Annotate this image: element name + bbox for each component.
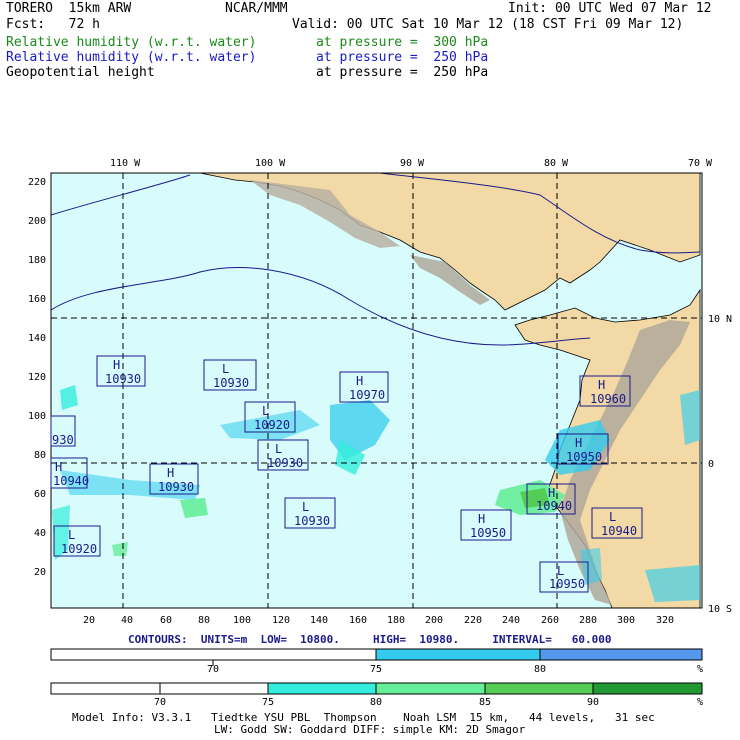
svg-text:40: 40 <box>34 528 46 539</box>
svg-text:10920: 10920 <box>254 418 290 432</box>
svg-text:H: H <box>113 358 120 372</box>
svg-text:160: 160 <box>28 294 46 305</box>
svg-text:75: 75 <box>370 664 382 675</box>
svg-text:80: 80 <box>370 697 382 708</box>
svg-text:75: 75 <box>262 697 274 708</box>
svg-text:10940: 10940 <box>53 474 89 488</box>
svg-text:L: L <box>68 528 75 542</box>
svg-text:H: H <box>167 466 174 480</box>
svg-text:85: 85 <box>479 697 491 708</box>
svg-text:10970: 10970 <box>349 388 385 402</box>
svg-text:240: 240 <box>502 615 520 626</box>
svg-text:180: 180 <box>28 255 46 266</box>
svg-text:280: 280 <box>579 615 597 626</box>
lat-label: 10 N <box>708 314 732 325</box>
svg-text:70: 70 <box>207 664 219 675</box>
svg-text:L: L <box>557 564 564 578</box>
lon-label: 70 W <box>688 158 713 169</box>
colorbar-250hpa: 70 75 80 % <box>50 648 703 675</box>
svg-text:L: L <box>262 404 269 418</box>
svg-text:300: 300 <box>617 615 635 626</box>
svg-text:140: 140 <box>310 615 328 626</box>
model-info-line2: LW: Godd SW: Goddard DIFF: simple KM: 2D… <box>214 723 526 736</box>
svg-text:320: 320 <box>656 615 674 626</box>
svg-text:80: 80 <box>34 450 46 461</box>
lon-label: 90 W <box>400 158 425 169</box>
top-longitude-labels: 110 W 100 W 90 W 80 W 70 W <box>110 158 713 169</box>
svg-text:120: 120 <box>28 372 46 383</box>
svg-text:%: % <box>697 664 703 675</box>
svg-text:100: 100 <box>28 411 46 422</box>
svg-text:10930: 10930 <box>267 456 303 470</box>
svg-text:H: H <box>598 378 605 392</box>
svg-text:260: 260 <box>541 615 559 626</box>
svg-text:100: 100 <box>233 615 251 626</box>
svg-text:60: 60 <box>34 489 46 500</box>
x-axis-ticks: 20 40 60 80 100 120 140 160 180 200 220 … <box>83 615 674 626</box>
lon-label: 80 W <box>544 158 569 169</box>
right-latitude-labels: 10 N 0 10 S <box>708 314 732 615</box>
lat-label: 0 <box>708 459 714 470</box>
svg-text:H: H <box>55 460 62 474</box>
svg-text:L: L <box>275 442 282 456</box>
svg-text:140: 140 <box>28 333 46 344</box>
svg-text:180: 180 <box>387 615 405 626</box>
svg-text:H: H <box>478 512 485 526</box>
svg-text:20: 20 <box>34 567 46 578</box>
svg-text:40: 40 <box>121 615 133 626</box>
svg-text:H: H <box>356 374 363 388</box>
svg-text:90: 90 <box>587 697 599 708</box>
svg-text:10950: 10950 <box>470 526 506 540</box>
svg-text:10930: 10930 <box>294 514 330 528</box>
svg-text:60: 60 <box>160 615 172 626</box>
svg-text:930: 930 <box>52 433 74 447</box>
svg-text:%: % <box>697 697 703 708</box>
svg-text:L: L <box>302 500 309 514</box>
svg-text:200: 200 <box>425 615 443 626</box>
svg-text:10940: 10940 <box>536 499 572 513</box>
svg-text:L: L <box>609 510 616 524</box>
svg-text:200: 200 <box>28 216 46 227</box>
weather-map: H10930 L10930 H10970 L10920 930 L10930 H… <box>28 158 732 708</box>
colorbar-300hpa: 70 75 80 85 90 % <box>50 682 703 708</box>
svg-text:20: 20 <box>83 615 95 626</box>
svg-text:10930: 10930 <box>158 480 194 494</box>
svg-text:220: 220 <box>464 615 482 626</box>
lon-label: 110 W <box>110 158 141 169</box>
svg-text:L: L <box>222 362 229 376</box>
svg-text:160: 160 <box>349 615 367 626</box>
svg-text:220: 220 <box>28 177 46 188</box>
y-axis-ticks: 220 200 180 160 140 120 100 80 60 40 20 <box>28 177 46 578</box>
svg-text:10950: 10950 <box>566 450 602 464</box>
svg-text:10960: 10960 <box>590 392 626 406</box>
svg-text:70: 70 <box>154 697 166 708</box>
svg-text:120: 120 <box>272 615 290 626</box>
svg-text:10940: 10940 <box>601 524 637 538</box>
svg-text:10950: 10950 <box>549 577 585 591</box>
svg-text:80: 80 <box>198 615 210 626</box>
svg-text:10930: 10930 <box>105 372 141 386</box>
svg-text:80: 80 <box>534 664 546 675</box>
svg-text:H: H <box>548 486 555 500</box>
lon-label: 100 W <box>255 158 286 169</box>
contour-info: CONTOURS: UNITS=m LOW= 10800. HIGH= 1098… <box>128 633 612 646</box>
svg-text:10930: 10930 <box>213 376 249 390</box>
lat-label: 10 S <box>708 604 732 615</box>
svg-text:10920: 10920 <box>61 542 97 556</box>
svg-text:H: H <box>575 436 582 450</box>
